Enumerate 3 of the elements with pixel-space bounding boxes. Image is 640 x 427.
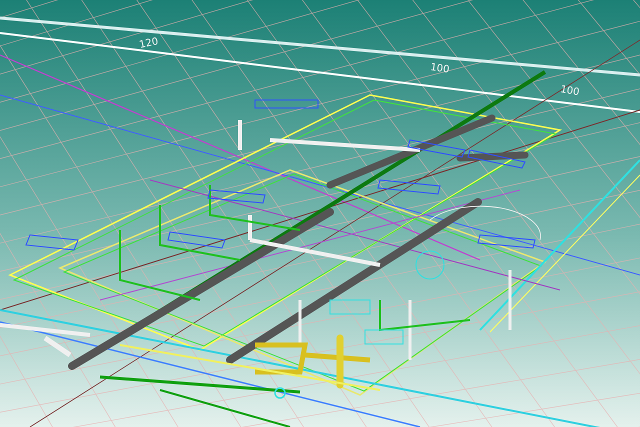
dimension-label: 100 <box>559 84 580 98</box>
dimension-label: 120 <box>138 36 160 51</box>
dimension-label: 100 <box>430 62 450 76</box>
